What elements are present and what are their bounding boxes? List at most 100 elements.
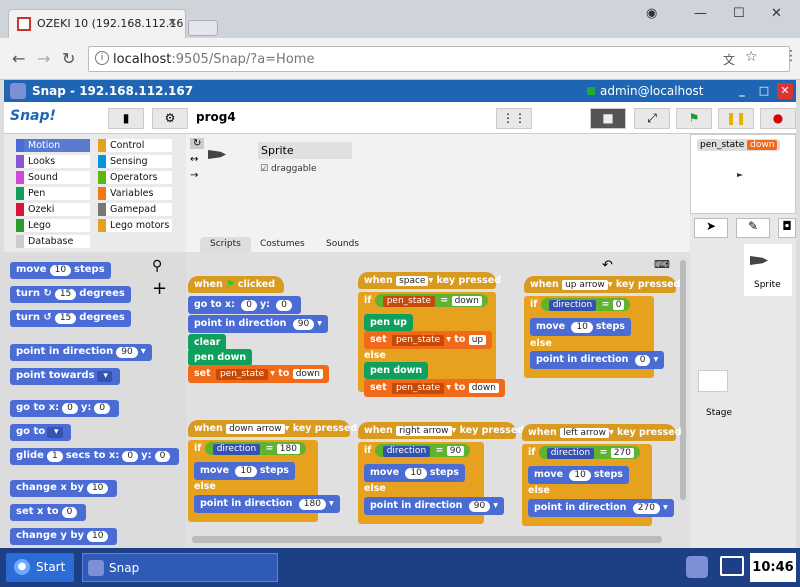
pen-state-watcher[interactable]: pen_state down — [697, 139, 781, 151]
category-label: Control — [110, 140, 145, 151]
stepping-button[interactable]: ⋮⋮ — [496, 108, 532, 129]
point-dir-180-block[interactable]: point in direction 180 ▾ — [194, 495, 340, 513]
when-down-arrow-block[interactable]: when down arrow ▾ key pressed — [188, 420, 357, 437]
set-x-block[interactable]: set x to 0 — [10, 504, 87, 521]
category-lego[interactable]: Lego — [16, 219, 90, 232]
pen-down-block[interactable]: pen down — [188, 349, 253, 366]
category-pen[interactable]: Pen — [16, 187, 90, 200]
minimize-snap-icon[interactable]: _ — [734, 83, 750, 99]
set-down-block[interactable]: set pen_state ▾ to down — [364, 379, 505, 397]
no-rotate-icon[interactable]: → — [190, 170, 198, 181]
add-icon[interactable]: + — [152, 278, 167, 299]
turn-right-block[interactable]: turn ↻ 15 degrees — [10, 286, 131, 303]
tab-scripts[interactable]: Scripts — [200, 237, 251, 252]
monitor-icon[interactable] — [720, 556, 744, 576]
set-up-block[interactable]: set pen_state ▾ to up — [364, 331, 493, 349]
rotate-style-icon[interactable]: ↻ — [190, 138, 205, 149]
category-database[interactable]: Database — [16, 235, 90, 248]
when-right-arrow-block[interactable]: when right arrow ▾ key pressed — [358, 422, 524, 439]
stage-size-button[interactable]: ■ — [590, 108, 626, 129]
green-flag-button[interactable]: ⚑ — [676, 108, 712, 129]
move-up-block[interactable]: move 10 steps — [530, 318, 631, 336]
turtle-button[interactable]: ➤ — [694, 218, 728, 238]
point-in-direction-block[interactable]: point in direction 90 ▾ — [10, 344, 152, 361]
stop-button[interactable]: ● — [760, 108, 796, 129]
close-window-icon[interactable]: ✕ — [771, 6, 782, 21]
sprite-name-field[interactable]: Sprite — [258, 142, 352, 159]
move-down-block[interactable]: move 10 steps — [194, 462, 295, 480]
horizontal-scrollbar[interactable] — [192, 536, 662, 543]
category-sensing[interactable]: Sensing — [98, 155, 172, 168]
leftright-style-icon[interactable]: ↔ — [190, 154, 198, 165]
pause-button[interactable]: ❚❚ — [718, 108, 754, 129]
account-icon[interactable]: ◉ — [646, 6, 657, 21]
category-motion[interactable]: Motion — [16, 139, 90, 152]
turn-left-block[interactable]: turn ↺ 15 degrees — [10, 310, 131, 327]
when-left-arrow-block[interactable]: when left arrow ▾ key pressed — [522, 424, 682, 441]
reload-icon[interactable]: ↻ — [62, 49, 75, 68]
close-tab-icon[interactable]: ✕ — [168, 16, 177, 29]
category-variables[interactable]: Variables — [98, 187, 172, 200]
go-to-xy-script-block[interactable]: go to x: 0 y: 0 — [188, 296, 302, 314]
pen-down-else-block[interactable]: pen down — [364, 362, 429, 379]
paint-new-sprite-button[interactable]: ✎ — [736, 218, 770, 238]
draggable-checkbox[interactable]: ☑ draggable — [260, 164, 317, 174]
translate-icon[interactable]: 文 — [723, 51, 735, 68]
vertical-scrollbar[interactable] — [680, 260, 686, 500]
point-towards-block[interactable]: point towards ▾ — [10, 368, 120, 385]
minimize-icon[interactable]: — — [694, 6, 707, 21]
point-dir-0-block[interactable]: point in direction 0 ▾ — [530, 351, 665, 369]
forward-icon[interactable]: → — [37, 49, 50, 68]
tab-sounds[interactable]: Sounds — [316, 237, 369, 252]
browser-tab[interactable]: OZEKI 10 (192.168.112.16 ✕ — [8, 9, 186, 38]
category-ozeki[interactable]: Ozeki — [16, 203, 90, 216]
app-mode-button[interactable]: ⤢ — [634, 108, 670, 129]
set-pen-state-block[interactable]: set pen_state ▾ to down — [188, 365, 329, 383]
change-y-block[interactable]: change y by 10 — [10, 528, 118, 545]
category-looks[interactable]: Looks — [16, 155, 90, 168]
when-flag-clicked-block[interactable]: when ⚑ clicked — [188, 276, 284, 293]
point-dir-90-block[interactable]: point in direction 90 ▾ — [364, 497, 504, 515]
go-to-xy-block[interactable]: go to x: 0 y: 0 — [10, 400, 120, 417]
stage-thumbnail[interactable] — [698, 370, 728, 392]
info-icon[interactable]: i — [95, 51, 109, 65]
maximize-snap-icon[interactable]: □ — [756, 83, 772, 99]
pen-up-block[interactable]: pen up — [364, 314, 413, 331]
move-left-block[interactable]: move 10 steps — [528, 466, 629, 484]
maximize-icon[interactable]: ☐ — [733, 6, 745, 21]
tab-costumes[interactable]: Costumes — [250, 237, 315, 252]
settings-button[interactable]: ⚙ — [152, 108, 188, 129]
close-snap-icon[interactable]: ✕ — [777, 83, 793, 99]
start-button[interactable]: ● Start — [6, 553, 74, 582]
category-control[interactable]: Control — [98, 139, 172, 152]
search-icon[interactable]: ⚲ — [152, 258, 162, 274]
move-block[interactable]: move 10 steps — [10, 262, 111, 279]
snap-tray-icon[interactable] — [686, 556, 708, 578]
menu-icon[interactable]: ⋮ — [784, 48, 798, 64]
bookmark-star-icon[interactable]: ☆ — [745, 49, 758, 65]
url-field[interactable]: i localhost:9505/Snap/?a=Home 文 ☆ — [88, 46, 790, 72]
point-in-direction-script-block[interactable]: point in direction 90 ▾ — [188, 315, 328, 333]
stage[interactable]: pen_state down — [690, 134, 796, 214]
category-sound[interactable]: Sound — [16, 171, 90, 184]
when-up-arrow-block[interactable]: when up arrow ▾ key pressed — [524, 276, 680, 293]
back-icon[interactable]: ← — [12, 49, 25, 68]
change-x-block[interactable]: change x by 10 — [10, 480, 118, 497]
category-color-swatch — [16, 139, 24, 152]
go-to-block[interactable]: go to ▾ — [10, 424, 71, 441]
new-tab-button[interactable] — [188, 20, 218, 36]
camera-button[interactable]: ◘ — [778, 218, 796, 238]
file-menu-button[interactable]: ▮ — [108, 108, 144, 129]
point-dir-270-block[interactable]: point in direction 270 ▾ — [528, 499, 674, 517]
scripting-area[interactable]: ↶ ⌨ when ⚑ clicked go to x: 0 y: 0 point … — [186, 252, 690, 548]
taskbar-snap-app[interactable]: Snap — [82, 553, 278, 582]
undo-icon[interactable]: ↶ — [602, 258, 613, 273]
when-space-key-block[interactable]: when space ▾ key pressed — [358, 272, 501, 289]
sprite-icon-tile[interactable]: Sprite — [744, 244, 792, 296]
move-right-block[interactable]: move 10 steps — [364, 464, 465, 482]
keyboard-icon[interactable]: ⌨ — [654, 258, 670, 271]
category-lego-motors[interactable]: Lego motors — [98, 219, 172, 232]
category-operators[interactable]: Operators — [98, 171, 172, 184]
category-gamepad[interactable]: Gamepad — [98, 203, 172, 216]
glide-block[interactable]: glide 1 secs to x: 0 y: 0 — [10, 448, 180, 465]
